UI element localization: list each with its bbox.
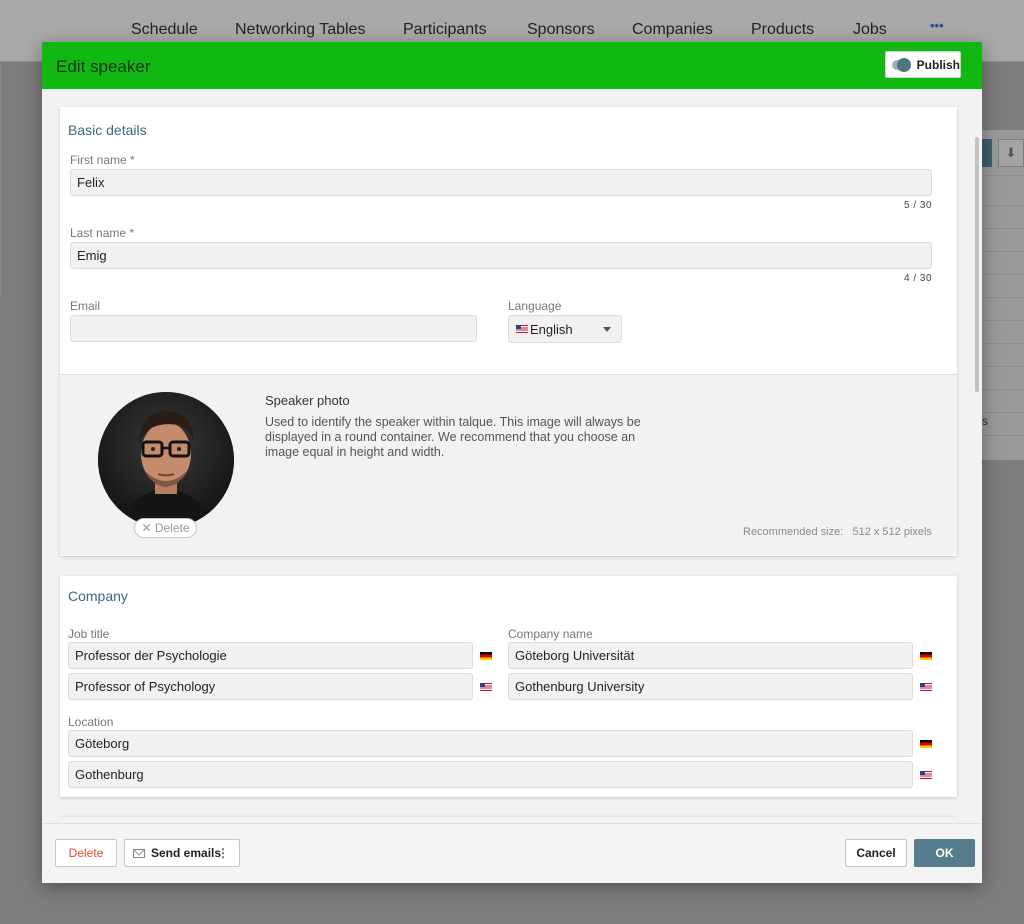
scrollbar[interactable] xyxy=(975,137,979,392)
first-name-counter: 5 / 30 xyxy=(904,200,933,211)
background-cell-text: s xyxy=(982,414,988,428)
us-flag-icon xyxy=(920,683,932,691)
publish-toggle-button[interactable]: Publish xyxy=(885,51,961,78)
german-flag-icon xyxy=(920,740,932,748)
publish-label: Publish xyxy=(916,57,960,72)
company-name-de-input[interactable]: Göteborg Universität xyxy=(508,642,913,669)
toggle-icon[interactable] xyxy=(892,57,911,72)
first-name-input[interactable]: Felix xyxy=(70,169,932,196)
company-title: Company xyxy=(68,588,128,604)
nav-item-sponsors[interactable]: Sponsors xyxy=(527,21,595,39)
language-select[interactable]: English xyxy=(508,315,622,343)
nav-item-networking-tables[interactable]: Networking Tables xyxy=(235,21,365,39)
company-card: Company Job title Professor der Psycholo… xyxy=(60,576,957,797)
language-label: Language xyxy=(508,299,562,313)
us-flag-icon xyxy=(480,683,492,691)
nav-item-jobs[interactable]: Jobs xyxy=(853,21,887,39)
us-flag-icon xyxy=(516,325,528,333)
job-title-en-input[interactable]: Professor of Psychology xyxy=(68,673,473,700)
language-value: English xyxy=(530,322,573,337)
background-action-button[interactable] xyxy=(982,139,992,167)
speaker-photo-image xyxy=(98,392,234,528)
first-name-label: First name * xyxy=(70,153,135,167)
dialog-header: Edit speaker Publish xyxy=(42,42,982,89)
job-title-label: Job title xyxy=(68,627,110,641)
recommended-size: Recommended size: 512 x 512 pixels xyxy=(743,526,932,538)
location-en-input[interactable]: Gothenburg xyxy=(68,761,913,788)
speaker-photo-description: Used to identify the speaker within talq… xyxy=(265,415,641,459)
delete-photo-button[interactable]: ✕ Delete xyxy=(134,518,197,538)
company-name-en-input[interactable]: Gothenburg University xyxy=(508,673,913,700)
email-input[interactable] xyxy=(70,315,477,342)
basic-details-card: Basic details First name * Felix 5 / 30 … xyxy=(60,107,957,556)
speaker-avatar xyxy=(98,392,234,528)
more-options-icon[interactable]: ⋮ xyxy=(217,840,229,866)
send-emails-label: Send emails xyxy=(151,846,222,860)
background-table-edge: ⬇ s xyxy=(982,130,1024,460)
dialog-body: Basic details First name * Felix 5 / 30 … xyxy=(42,89,982,817)
delete-speaker-button[interactable]: Delete xyxy=(55,839,117,867)
nav-item-companies[interactable]: Companies xyxy=(632,21,713,39)
edit-speaker-dialog: Edit speaker Publish Basic details First… xyxy=(42,42,982,883)
german-flag-icon xyxy=(480,652,492,660)
nav-more-icon[interactable]: ••• xyxy=(930,18,944,33)
location-de-input[interactable]: Göteborg xyxy=(68,730,913,757)
email-label: Email xyxy=(70,299,101,313)
envelope-icon xyxy=(133,849,145,858)
us-flag-icon xyxy=(920,771,932,779)
job-title-de-input[interactable]: Professor der Psychologie xyxy=(68,642,473,669)
nav-item-schedule[interactable]: Schedule xyxy=(131,21,198,39)
speaker-photo-title: Speaker photo xyxy=(265,393,350,408)
basic-details-title: Basic details xyxy=(68,122,147,138)
last-name-label: Last name * xyxy=(70,226,135,240)
send-emails-button[interactable]: Send emails ⋮ xyxy=(124,839,240,867)
chevron-down-icon xyxy=(603,327,611,332)
company-name-label: Company name xyxy=(508,627,593,641)
last-name-input[interactable]: Emig xyxy=(70,242,932,269)
dialog-title: Edit speaker xyxy=(56,57,151,76)
ok-button[interactable]: OK xyxy=(914,839,975,867)
location-label: Location xyxy=(68,715,114,729)
nav-item-products[interactable]: Products xyxy=(751,21,814,39)
last-name-counter: 4 / 30 xyxy=(904,273,933,284)
nav-item-participants[interactable]: Participants xyxy=(403,21,487,39)
dialog-footer: Delete Send emails ⋮ Cancel OK xyxy=(42,823,982,883)
background-divider xyxy=(0,62,1,297)
speaker-photo-section: ✕ Delete Speaker photo Used to identify … xyxy=(60,374,957,555)
download-icon[interactable]: ⬇ xyxy=(998,139,1024,167)
german-flag-icon xyxy=(920,652,932,660)
cancel-button[interactable]: Cancel xyxy=(845,839,907,867)
